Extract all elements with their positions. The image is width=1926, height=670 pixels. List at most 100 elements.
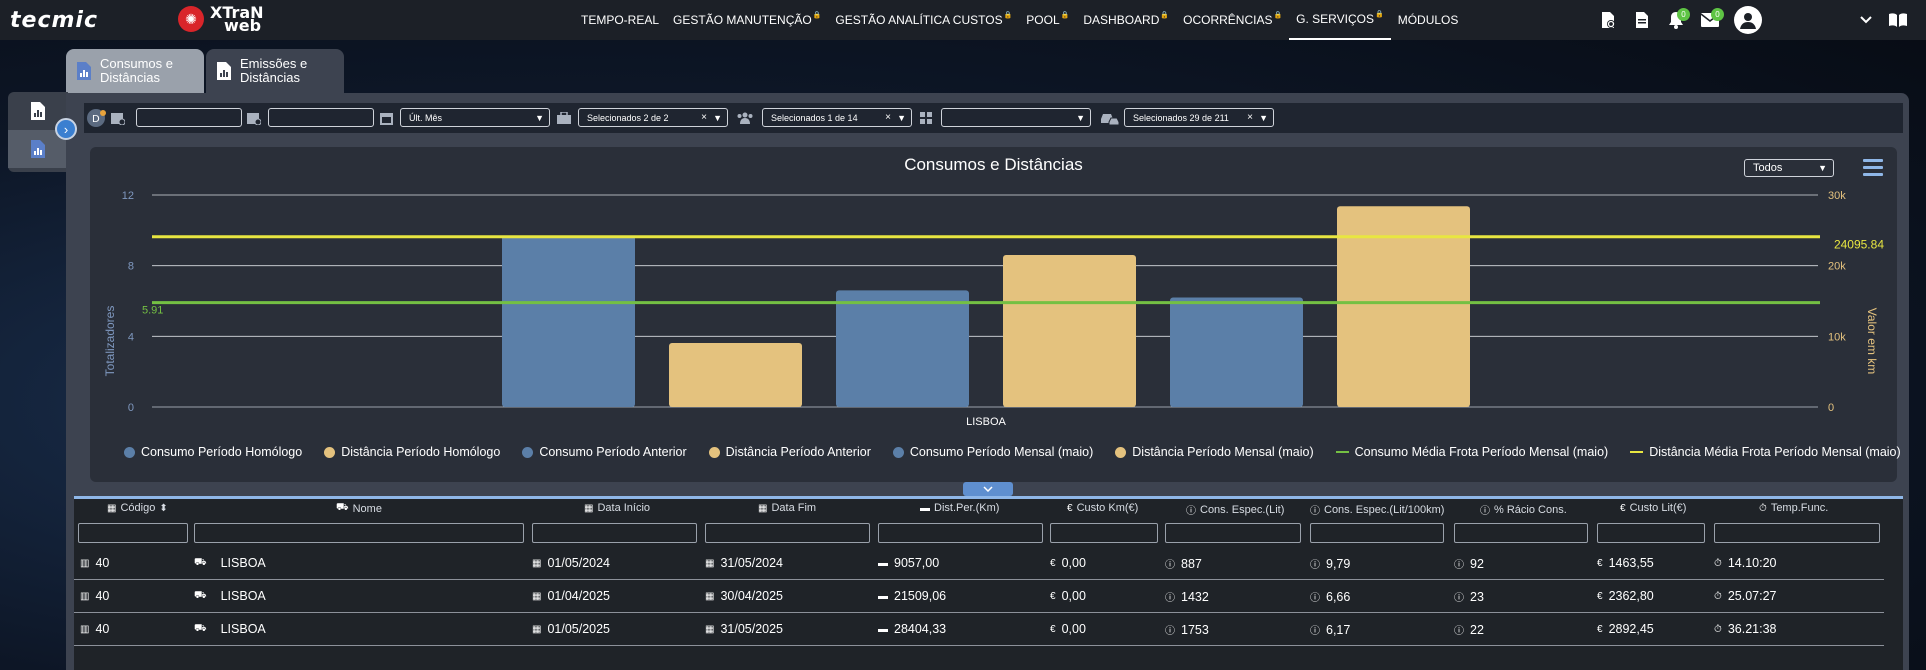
chart-bar (502, 235, 635, 407)
column-header-2[interactable]: ▦ Data Início (584, 502, 650, 514)
y-right-tick-label: 0 (1828, 402, 1834, 414)
messages-envelope-icon[interactable]: 0 (1696, 6, 1724, 34)
clear-icon[interactable]: × (1247, 112, 1253, 123)
column-filter-input[interactable] (878, 523, 1043, 543)
chevron-down-icon: ▼ (1818, 163, 1827, 173)
book-open-icon[interactable] (1884, 6, 1912, 34)
column-filter-input[interactable] (1454, 523, 1588, 543)
stopwatch-icon: ⏱ (1714, 590, 1722, 602)
column-filter-input[interactable] (1714, 523, 1880, 543)
column-filter-input[interactable] (1050, 523, 1158, 543)
menu-item-label: GESTÃO MANUTENÇÃO (673, 13, 812, 27)
expand-sidebar-arrow-icon[interactable]: › (55, 118, 77, 140)
column-header-10[interactable]: ⏱ Temp.Func. (1759, 502, 1828, 514)
groups-select[interactable]: Selecionados 1 de 14 × ▼ (762, 108, 912, 127)
menu-item-ocorr-ncias[interactable]: OCORRÊNCIAS 🔒 (1176, 0, 1289, 40)
xtranweb-logo[interactable]: ✺ XTraN web (178, 5, 264, 34)
legend-item[interactable]: Distância Período Mensal (maio) (1115, 445, 1314, 459)
start-date-input[interactable] (136, 108, 242, 127)
column-header-label: Custo Km(€) (1076, 502, 1139, 514)
table-cell-value: 31/05/2025 (720, 622, 784, 636)
sort-icon[interactable]: ⬍ (159, 503, 167, 514)
table-cell-value: 01/05/2025 (547, 622, 611, 636)
menu-item-dashboard[interactable]: DASHBOARD 🔒 (1076, 0, 1176, 40)
legend-item[interactable]: Consumo Média Frota Período Mensal (maio… (1335, 445, 1608, 459)
legend-item[interactable]: Consumo Período Homólogo (124, 445, 302, 459)
column-header-0[interactable]: ▦ Código ⬍ (107, 502, 168, 514)
lock-icon: 🔒 (812, 12, 822, 19)
column-header-9[interactable]: € Custo Lit(€) (1620, 502, 1686, 514)
menu-item-g-servi-os[interactable]: G. SERVIÇOS 🔒 (1289, 0, 1391, 40)
top-navbar: tecmic ✺ XTraN web TEMPO-REAL GESTÃO MANUT… (0, 0, 1926, 40)
calendar-start-icon (110, 110, 126, 126)
chevron-down-icon: ▼ (897, 112, 906, 123)
column-filter-input[interactable] (532, 523, 697, 543)
menu-item-m-dulos[interactable]: MÓDULOS (1391, 0, 1466, 40)
notifications-bell-icon[interactable]: 0 (1662, 6, 1690, 34)
legend-item[interactable]: Consumo Período Anterior (522, 445, 687, 459)
menu-item-pool[interactable]: POOL 🔒 (1019, 0, 1076, 40)
table-cell: ⏱ 36.21:38 (1714, 622, 1776, 636)
legend-dot-marker (708, 446, 720, 458)
tab-label-line1: Emissões e (240, 56, 308, 71)
legend-label: Distância Período Mensal (maio) (1132, 445, 1314, 459)
legend-item[interactable]: Distância Período Homólogo (324, 445, 500, 459)
column-header-label: Código (120, 502, 156, 514)
document-icon[interactable] (1628, 6, 1656, 34)
legend-dot-marker (522, 446, 534, 458)
column-filter-input[interactable] (1597, 523, 1705, 543)
vehicles-select[interactable]: Selecionados 29 de 211 × ▼ (1124, 108, 1274, 127)
column-filter-input[interactable] (1310, 523, 1444, 543)
legend-line-marker (1630, 451, 1644, 453)
tab-emissoes-distancias[interactable]: Emissões e Distâncias (206, 49, 344, 93)
clear-icon[interactable]: × (885, 112, 891, 123)
end-date-input[interactable] (268, 108, 374, 127)
column-filter-input[interactable] (1165, 523, 1301, 543)
collapse-chart-chevron-icon[interactable] (963, 482, 1013, 496)
column-filter-input[interactable] (78, 523, 188, 543)
date-filter-gear-icon[interactable]: D (86, 107, 108, 129)
clear-icon[interactable]: × (701, 112, 707, 123)
column-header-4[interactable]: ▬ Dist.Per.(Km) (920, 502, 999, 514)
column-header-1[interactable]: ⛟ Nome (336, 502, 382, 515)
table-row[interactable]: ▥ 40 ⛟ LISBOA ▦ 01/05/2024 ▦ 31/05/2024 ▬ 9057,00… (74, 547, 1884, 580)
table-cell-value: 01/05/2024 (547, 556, 611, 570)
column-header-5[interactable]: € Custo Km(€) (1067, 502, 1138, 514)
legend-item[interactable]: Distância Período Anterior (708, 445, 871, 459)
legend-item[interactable]: Consumo Período Mensal (maio) (892, 445, 1093, 459)
column-filter-input[interactable] (705, 523, 870, 543)
tab-consumos-distancias[interactable]: Consumos e Distâncias (66, 49, 204, 93)
legend-item[interactable]: Distância Média Frota Período Mensal (ma… (1630, 445, 1901, 459)
menu-item-gest-o-anal-tica-custos[interactable]: GESTÃO ANALÍTICA CUSTOS 🔒 (828, 0, 1019, 40)
menu-item-gest-o-manuten-o[interactable]: GESTÃO MANUTENÇÃO 🔒 (666, 0, 828, 40)
document-settings-icon[interactable] (1594, 6, 1622, 34)
column-header-3[interactable]: ▦ Data Fim (758, 502, 816, 514)
column-header-label: Nome (352, 502, 382, 515)
period-select[interactable]: Últ. Mês ▼ (400, 108, 550, 127)
table-row[interactable]: ▥ 40 ⛟ LISBOA ▦ 01/04/2025 ▦ 30/04/2025 ▬ 21509,0… (74, 580, 1884, 613)
legend-dot-marker (124, 446, 135, 458)
legend-line-marker (1335, 451, 1349, 453)
chart-filter-select[interactable]: Todos ▼ (1744, 159, 1834, 177)
tecmic-logo[interactable]: tecmic (10, 8, 98, 33)
column-header-8[interactable]: ⓘ % Rácio Cons. (1480, 502, 1567, 518)
column-filter-input[interactable] (194, 523, 524, 543)
menu-item-tempo-real[interactable]: TEMPO-REAL (574, 0, 666, 40)
info-icon: ⓘ (1310, 593, 1320, 604)
vehicles-icon: ⛟ (194, 556, 207, 568)
calendar-period-icon (378, 110, 394, 126)
info-icon: ⓘ (1310, 560, 1320, 571)
report-document-icon (217, 62, 231, 80)
chart-menu-hamburger-icon[interactable] (1863, 159, 1883, 177)
info-icon: ⓘ (1480, 506, 1490, 517)
chart-title: Consumos e Distâncias (904, 155, 1083, 174)
info-icon: ⓘ (1454, 593, 1464, 604)
user-avatar-icon[interactable] (1734, 6, 1762, 34)
table-row[interactable]: ▥ 40 ⛟ LISBOA ▦ 01/05/2025 ▦ 31/05/2025 ▬ 28404,3… (74, 613, 1884, 646)
table-cell-value: 40 (95, 622, 110, 636)
column-header-7[interactable]: ⓘ Cons. Espec.(Lit/100km) (1310, 502, 1444, 518)
layout-select[interactable]: ▼ (941, 108, 1091, 127)
companies-select[interactable]: Selecionados 2 de 2 × ▼ (578, 108, 728, 127)
column-header-6[interactable]: ⓘ Cons. Espec.(Lit) (1186, 502, 1284, 518)
chevron-down-icon[interactable] (1852, 6, 1880, 34)
